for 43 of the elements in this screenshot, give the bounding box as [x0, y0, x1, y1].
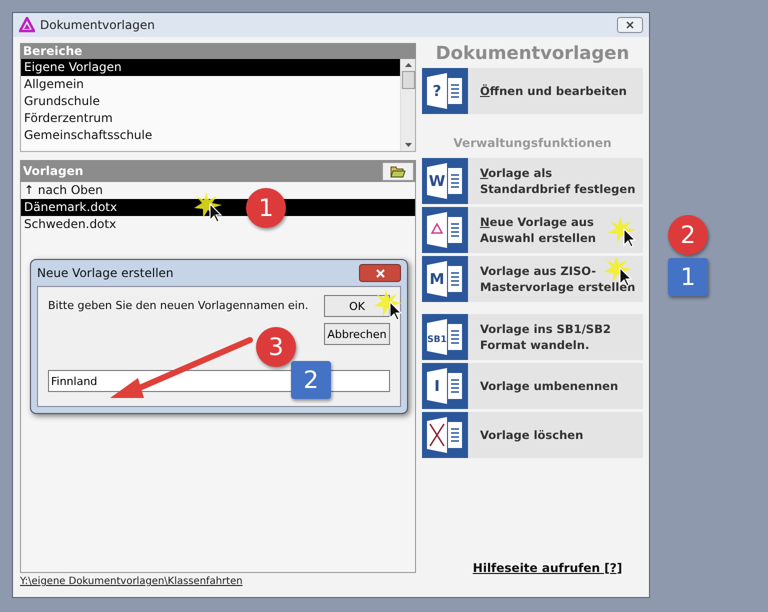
document-letter-icon: M [422, 256, 468, 302]
help-link[interactable]: Hilfeseite aufrufen [?] [452, 561, 643, 575]
action-button[interactable]: Neue Vorlage aus Auswahl erstellen [422, 207, 643, 253]
action-button[interactable]: W Vorlage als Standardbrief festlegen [422, 158, 643, 204]
list-item[interactable]: Eigene Vorlagen [21, 59, 400, 76]
dialog-title: Neue Vorlage erstellen [37, 266, 174, 280]
step-badge: 1 [668, 258, 708, 296]
document-letter-icon: ? [422, 68, 468, 114]
document-letter-icon: W [422, 158, 468, 204]
document-letter-icon: I [422, 363, 468, 409]
close-button[interactable] [617, 17, 643, 33]
document-letter-icon: SB1 [422, 314, 468, 360]
close-icon [376, 268, 384, 278]
scrollbar[interactable] [400, 59, 415, 151]
ok-button[interactable]: OK [324, 295, 390, 317]
list-item[interactable]: Allgemein [21, 76, 400, 93]
action-button[interactable]: M Vorlage aus ZISO-Mastervorlage erstellen [422, 256, 643, 302]
step-badge: 2 [291, 361, 331, 399]
scrollbar-thumb[interactable] [402, 71, 414, 89]
scroll-down-icon[interactable] [404, 143, 412, 147]
window-title: Dokumentvorlagen [40, 18, 155, 32]
action-button[interactable]: Vorlage löschen [422, 412, 643, 458]
scroll-up-icon[interactable] [404, 63, 412, 67]
panel-title: Dokumentvorlagen [434, 43, 630, 64]
list-header-text: Vorlagen [23, 164, 84, 178]
list-item[interactable]: Grundschule [21, 93, 400, 110]
step-badge: 2 [668, 215, 708, 255]
action-button[interactable]: I Vorlage umbenennen [422, 363, 643, 409]
triangle-logo-icon [19, 17, 35, 33]
action-button[interactable]: ? Öffnen und bearbeiten [422, 68, 643, 114]
list-item[interactable]: Förderzentrum [21, 110, 400, 127]
list-item[interactable]: Gemeinschaftsschule [21, 127, 400, 144]
close-icon [626, 21, 634, 29]
action-button[interactable]: SB1 Vorlage ins SB1/SB2 Format wandeln. [422, 314, 643, 360]
folder-icon [390, 164, 406, 178]
close-button[interactable] [359, 264, 401, 282]
list-header-text: Bereiche [23, 44, 82, 58]
path-link[interactable]: Y:\eigene Dokumentvorlagen\Klassenfahrten [20, 576, 416, 587]
open-folder-button[interactable] [382, 162, 414, 180]
cancel-button[interactable]: Abbrechen [324, 323, 390, 345]
section-label: Verwaltungsfunktionen [452, 136, 613, 150]
document-cross-icon [422, 412, 468, 458]
dialog-message: Bitte geben Sie den neuen Vorlagennamen ein. [48, 299, 308, 314]
